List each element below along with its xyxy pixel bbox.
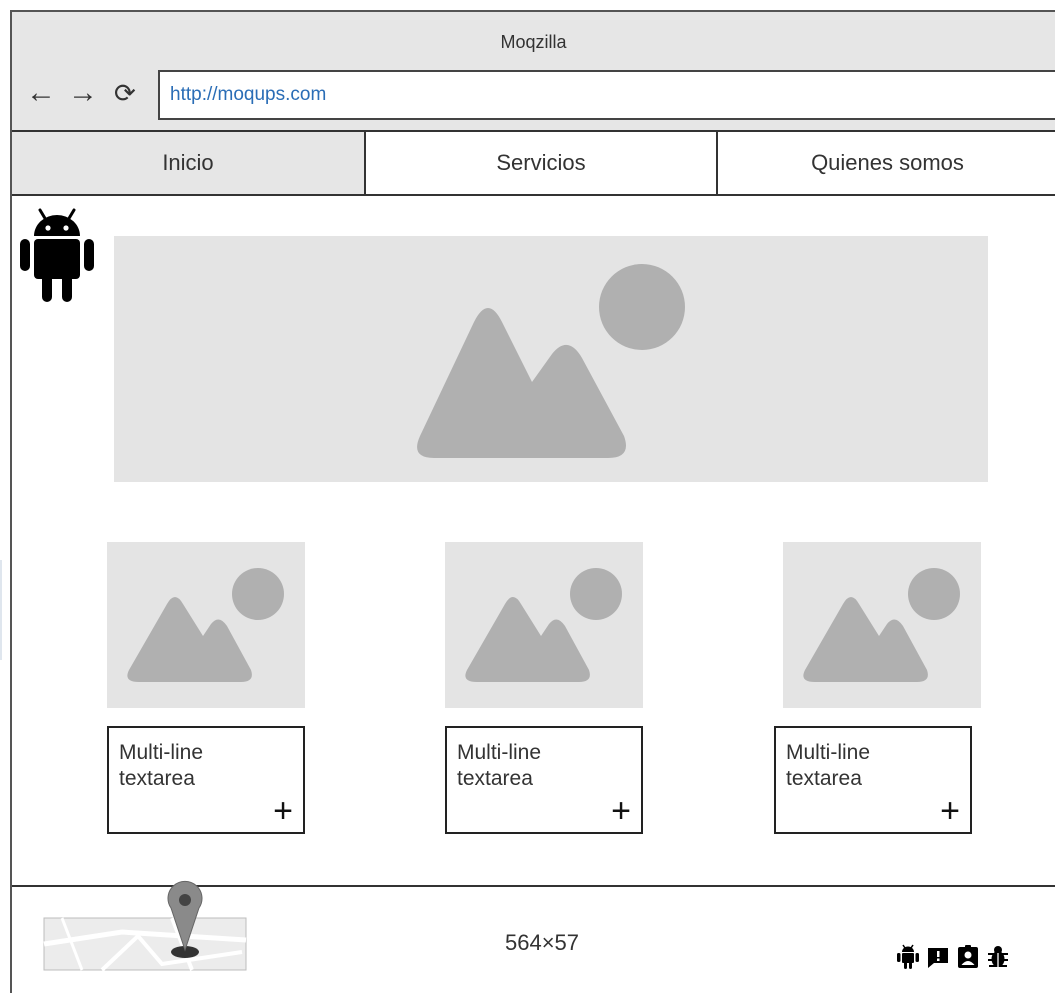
add-button[interactable]: +	[611, 794, 631, 828]
add-button[interactable]: +	[273, 794, 293, 828]
dimensions-label: 564×57	[504, 930, 580, 955]
contact-icon	[958, 945, 978, 968]
forward-button[interactable]: →	[68, 78, 98, 108]
browser-toolbar: Moqzilla ← → ⟳ http://moqups.com	[12, 12, 1055, 132]
card-textarea-1[interactable]: Multi-line textarea +	[107, 726, 305, 834]
nav-tabs: Inicio Servicios Quienes somos	[12, 132, 1055, 196]
tab-quienes-somos[interactable]: Quienes somos	[716, 132, 1055, 194]
map-icon[interactable]	[42, 874, 248, 974]
android-icon	[20, 208, 94, 302]
card-textarea-2[interactable]: Multi-line textarea +	[445, 726, 643, 834]
image-placeholder-icon	[127, 568, 284, 682]
tab-servicios[interactable]: Servicios	[364, 132, 716, 194]
card-image-placeholder-2	[445, 542, 643, 708]
add-button[interactable]: +	[940, 794, 960, 828]
side-strip	[0, 560, 2, 660]
textarea-text: Multi-line textarea	[119, 741, 204, 790]
tab-inicio[interactable]: Inicio	[12, 132, 364, 194]
card-image-placeholder-3	[783, 542, 981, 708]
textarea-text: Multi-line textarea	[786, 741, 871, 790]
back-button[interactable]: ←	[26, 78, 56, 108]
image-placeholder-icon	[465, 568, 622, 682]
textarea-text: Multi-line textarea	[457, 741, 542, 790]
card-textarea-3[interactable]: Multi-line textarea +	[774, 726, 972, 834]
feedback-icon	[928, 948, 948, 968]
image-placeholder-icon	[417, 264, 685, 458]
window-title: Moqzilla	[500, 32, 567, 52]
image-placeholder-icon	[803, 568, 960, 682]
reload-button[interactable]: ⟳	[114, 78, 136, 108]
android-icon	[897, 944, 919, 969]
browser-window: Moqzilla ← → ⟳ http://moqups.com Inicio …	[10, 10, 1055, 993]
hero-image-placeholder	[114, 236, 988, 482]
footer-icons	[896, 944, 1010, 970]
card-image-placeholder-1	[107, 542, 305, 708]
bug-icon	[988, 946, 1008, 967]
address-bar[interactable]: http://moqups.com	[158, 70, 1055, 120]
